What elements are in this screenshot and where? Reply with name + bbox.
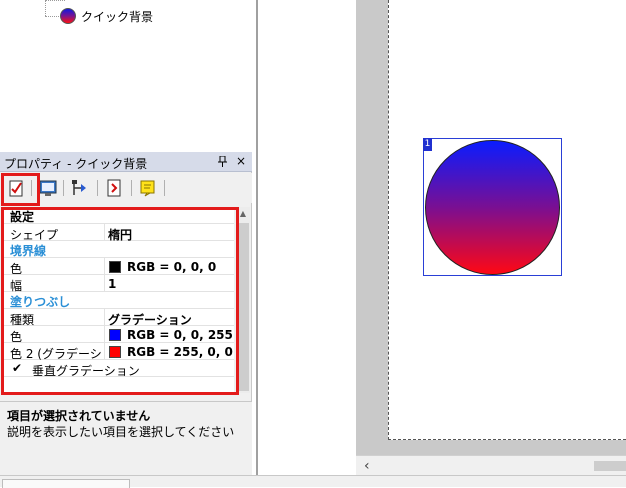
tree-item-quick-background[interactable]: クイック背景: [81, 8, 153, 25]
move-icon[interactable]: [70, 178, 90, 198]
toolbar-separator: [63, 180, 64, 196]
shape-selection-box[interactable]: [423, 138, 562, 276]
panel-title: プロパティ - クイック背景: [4, 157, 148, 171]
gradient-circle-icon: [60, 8, 76, 24]
shape-number-badge: 1: [423, 138, 432, 151]
description-pane: 項目が選択されていません 説明を表示したい項目を選択してください: [0, 401, 252, 475]
tree-connector: [45, 0, 65, 1]
highlight-properties-button: [1, 173, 40, 206]
horizontal-scrollbar[interactable]: ‹: [356, 455, 626, 475]
bottom-tab-strip: [0, 475, 626, 488]
description-text: 説明を表示したい項目を選択してください: [7, 425, 235, 439]
toolbar-separator: [131, 180, 132, 196]
scroll-left-icon[interactable]: ‹: [364, 458, 370, 474]
document-icon[interactable]: [104, 178, 124, 198]
toolbar-separator: [164, 180, 165, 196]
description-title: 項目が選択されていません: [7, 409, 151, 423]
pin-icon[interactable]: [218, 155, 227, 170]
scroll-thumb[interactable]: [594, 461, 626, 471]
monitor-icon[interactable]: [38, 178, 58, 198]
note-icon[interactable]: [138, 178, 158, 198]
tree-connector: [45, 0, 46, 16]
close-icon[interactable]: ×: [236, 154, 246, 168]
tree-connector: [45, 16, 59, 17]
highlight-property-grid: [1, 207, 239, 395]
panel-title-bar: プロパティ - クイック背景 ×: [0, 152, 252, 172]
layer-tree: クイック背景: [0, 0, 256, 152]
toolbar-separator: [97, 180, 98, 196]
